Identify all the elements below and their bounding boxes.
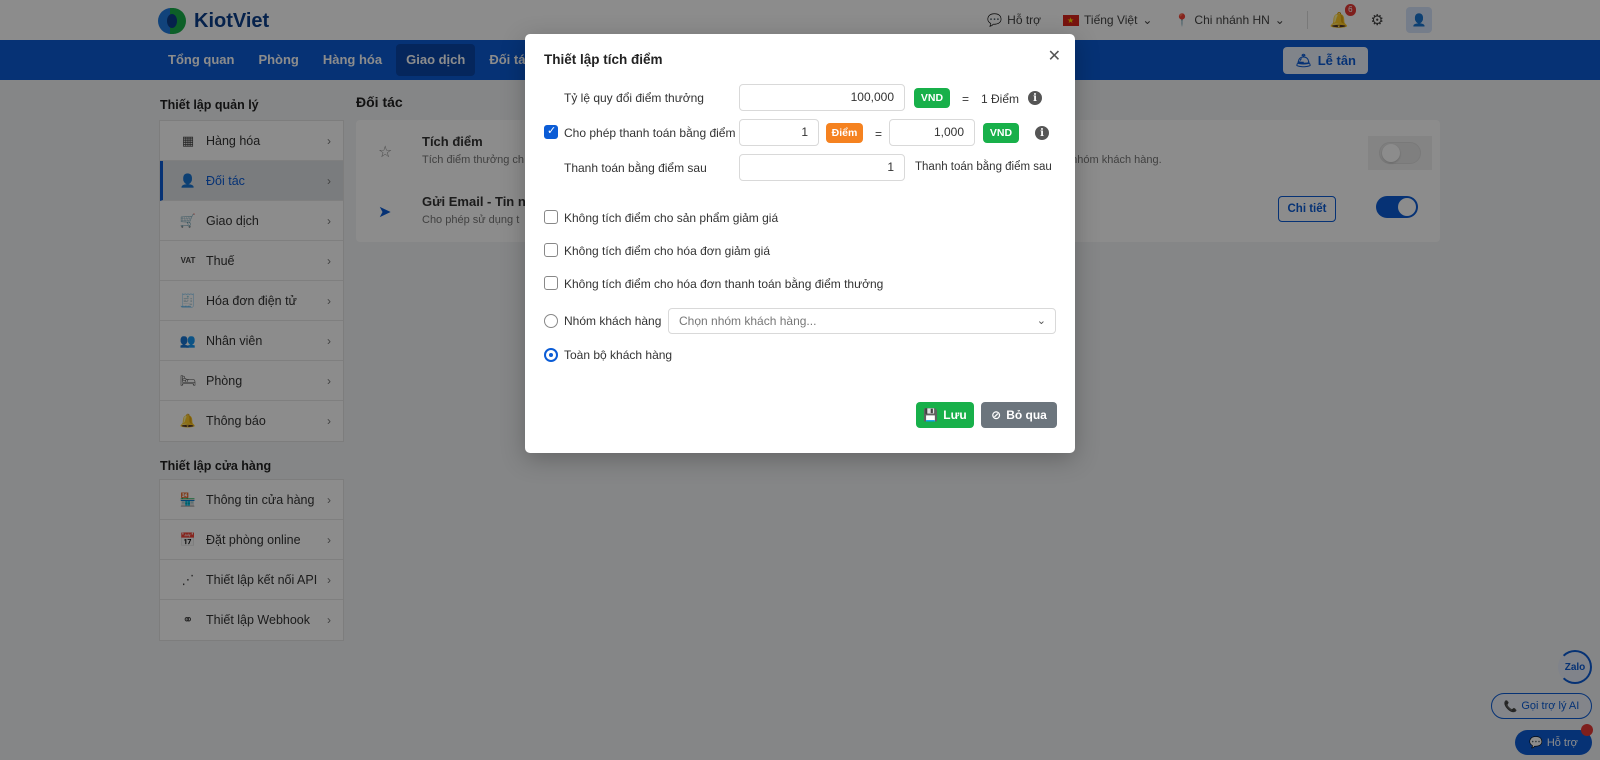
pay-vnd-input[interactable]: 1,000 xyxy=(889,119,975,146)
customer-group-label: Nhóm khách hàng xyxy=(564,314,662,328)
floppy-disk-icon: 💾 xyxy=(923,408,939,422)
allow-pay-label: Cho phép thanh toán bằng điểm xyxy=(564,126,736,140)
customer-group-placeholder: Chọn nhóm khách hàng... xyxy=(679,314,817,328)
ban-icon: ⊘ xyxy=(991,408,1002,422)
info-icon[interactable]: i xyxy=(1028,91,1042,105)
no-points-discount-product-checkbox[interactable] xyxy=(544,210,558,224)
customer-group-select[interactable]: Chọn nhóm khách hàng... ⌄ xyxy=(668,308,1056,334)
no-points-points-paid-invoice-checkbox[interactable] xyxy=(544,276,558,290)
pay-points-input[interactable]: 1 xyxy=(739,119,819,146)
info-icon[interactable]: i xyxy=(1035,126,1049,140)
vnd-tag: VND xyxy=(914,88,950,108)
option-label: Không tích điểm cho sản phẩm giảm giá xyxy=(564,211,779,225)
allow-pay-checkbox[interactable] xyxy=(544,124,558,139)
no-points-discount-invoice-checkbox[interactable] xyxy=(544,243,558,257)
rate-input[interactable]: 100,000 xyxy=(739,84,905,111)
pay-after-label: Thanh toán bằng điểm sau xyxy=(564,161,707,175)
close-icon[interactable]: ✕ xyxy=(1048,46,1061,66)
points-settings-modal: Thiết lập tích điểm ✕ Tỷ lệ quy đổi điểm… xyxy=(525,34,1075,453)
one-point-label: 1 Điểm xyxy=(981,92,1020,106)
pay-after-input[interactable]: 1 xyxy=(739,154,905,181)
modal-title: Thiết lập tích điểm xyxy=(544,52,663,67)
rate-label: Tỷ lệ quy đổi điểm thưởng xyxy=(564,91,704,105)
point-tag: Điểm xyxy=(826,123,863,143)
equals-sign: = xyxy=(875,127,883,141)
all-customers-label: Toàn bộ khách hàng xyxy=(564,348,673,362)
cancel-label: Bỏ qua xyxy=(1006,408,1047,422)
cancel-button[interactable]: ⊘ Bỏ qua xyxy=(981,402,1057,428)
save-label: Lưu xyxy=(943,408,967,422)
option-label: Không tích điểm cho hóa đơn thanh toán b… xyxy=(564,277,884,291)
equals-sign: = xyxy=(962,92,970,106)
save-button[interactable]: 💾 Lưu xyxy=(916,402,974,428)
chevron-down-icon: ⌄ xyxy=(1036,315,1046,327)
pay-after-suffix: Thanh toán bằng điểm sau xyxy=(915,161,1052,173)
vnd-tag: VND xyxy=(983,123,1019,143)
all-customers-radio[interactable] xyxy=(544,348,558,362)
option-label: Không tích điểm cho hóa đơn giảm giá xyxy=(564,244,770,258)
customer-group-radio[interactable] xyxy=(544,314,558,328)
